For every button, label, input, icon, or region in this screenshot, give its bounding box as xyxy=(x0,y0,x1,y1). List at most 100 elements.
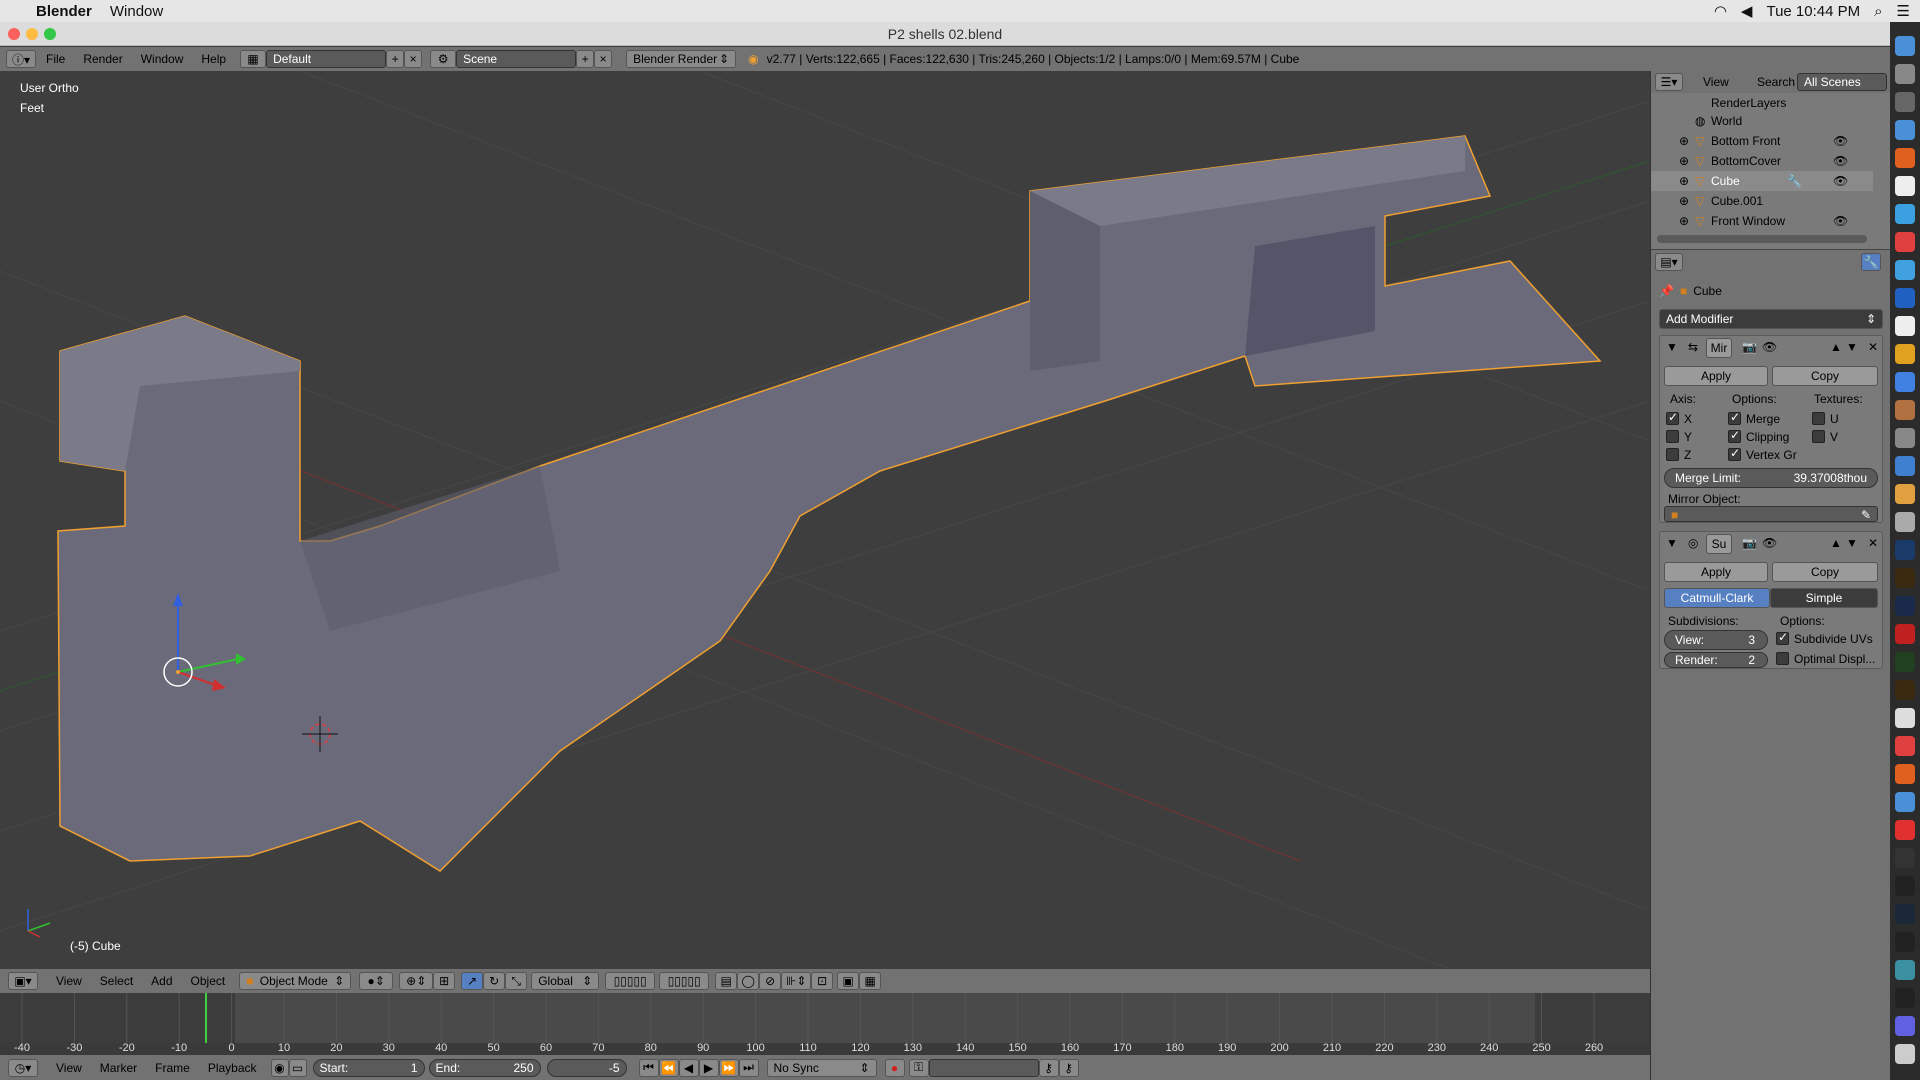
layer-buttons-a[interactable]: ▯▯▯▯▯ xyxy=(605,972,656,990)
layout-field[interactable]: Default xyxy=(266,50,387,68)
dock-app-icon[interactable] xyxy=(1895,400,1915,420)
dock-app-icon[interactable] xyxy=(1895,1016,1915,1036)
texture-v-checkbox[interactable] xyxy=(1812,430,1825,443)
vertex-groups-checkbox[interactable] xyxy=(1728,446,1741,461)
render-toggle-icon[interactable]: 📷 xyxy=(1742,340,1757,354)
keying-set-field[interactable] xyxy=(928,1058,1039,1077)
outliner-row-renderlayers[interactable]: RenderLayers xyxy=(1651,93,1873,113)
window-menu[interactable]: Window xyxy=(110,3,163,20)
rotate-manipulator-button[interactable]: ↻ xyxy=(483,972,506,990)
record-button[interactable]: ● xyxy=(884,1058,905,1077)
proportional-edit-icon[interactable]: ◯ xyxy=(737,972,760,990)
remove-layout-icon[interactable]: × xyxy=(404,50,423,68)
subsurf-apply-button[interactable]: Apply xyxy=(1664,562,1768,582)
expand-icon[interactable]: ⊕ xyxy=(1679,154,1689,168)
mirror-name-field[interactable]: Mir xyxy=(1706,338,1732,358)
render-levels-field[interactable]: Render: 2 xyxy=(1664,652,1768,668)
unity-icon[interactable] xyxy=(1895,876,1915,896)
snap-target-icon[interactable]: ⊡ xyxy=(811,972,834,990)
menu-file[interactable]: File xyxy=(46,52,65,66)
close-window-button[interactable] xyxy=(8,28,20,40)
steam-icon[interactable] xyxy=(1895,904,1915,924)
jump-keyframe-back-button[interactable]: ⏪ xyxy=(658,1058,679,1077)
insert-keyframe-icon[interactable]: ⚷ xyxy=(1038,1058,1059,1077)
layout-icon[interactable]: ▦ xyxy=(240,50,267,68)
orientation-dropdown[interactable]: Global ⇕ xyxy=(531,972,600,990)
photoshop-icon[interactable] xyxy=(1895,540,1915,560)
lock-layers-icon[interactable]: ▤ xyxy=(715,972,738,990)
editor-type-button[interactable]: ⓘ▾ xyxy=(6,50,36,68)
mirror-copy-button[interactable]: Copy xyxy=(1772,366,1878,386)
move-up-icon[interactable]: ▲ xyxy=(1830,340,1842,354)
layer-buttons-b[interactable]: ▯▯▯▯▯ xyxy=(659,972,710,990)
subsurf-name-field[interactable]: Su xyxy=(1706,534,1732,554)
shading-dropdown[interactable]: ●⇕ xyxy=(359,972,394,990)
dock-app-icon[interactable] xyxy=(1895,512,1915,532)
subsurf-copy-button[interactable]: Copy xyxy=(1772,562,1878,582)
outliner-editor-type[interactable]: ☰▾ xyxy=(1655,73,1683,91)
collapse-icon[interactable]: ▼ xyxy=(1666,536,1678,550)
menu-view-timeline[interactable]: View xyxy=(56,1061,82,1075)
merge-checkbox[interactable] xyxy=(1728,410,1741,425)
volume-icon[interactable]: ◀ xyxy=(1741,2,1753,20)
move-down-icon[interactable]: ▼ xyxy=(1846,536,1858,550)
jump-keyframe-forward-button[interactable]: ⏩ xyxy=(718,1058,739,1077)
dock-app-icon[interactable] xyxy=(1895,428,1915,448)
properties-editor-type[interactable]: ▤▾ xyxy=(1655,253,1683,271)
search-icon[interactable]: ⌕ xyxy=(1874,3,1882,20)
outliner-scrollbar[interactable] xyxy=(1657,235,1867,243)
merge-limit-field[interactable]: Merge Limit: 39.37008thou xyxy=(1664,468,1878,488)
remove-modifier-icon[interactable]: ✕ xyxy=(1868,536,1878,550)
menu-frame[interactable]: Frame xyxy=(155,1061,190,1075)
menu-add[interactable]: Add xyxy=(151,974,172,988)
app-menu[interactable]: Blender xyxy=(36,3,92,20)
play-button[interactable]: ▶ xyxy=(698,1058,719,1077)
snap-toggle-icon[interactable]: ⊘ xyxy=(759,972,782,990)
blender-dock-icon[interactable] xyxy=(1895,764,1915,784)
dock-app-icon[interactable] xyxy=(1895,260,1915,280)
dock-app-icon[interactable] xyxy=(1895,932,1915,952)
render-engine-dropdown[interactable]: Blender Render ⇕ xyxy=(626,50,737,68)
muse-icon[interactable] xyxy=(1895,652,1915,672)
texture-u-checkbox[interactable] xyxy=(1812,412,1825,425)
dock-app-icon[interactable] xyxy=(1895,820,1915,840)
timeline-area[interactable]: -40 -30 -20 -10 0 10 20 30 40 50 60 70 80 90 100 110 120… xyxy=(0,993,1650,1055)
scale-manipulator-button[interactable]: ⤡ xyxy=(505,972,528,990)
expand-icon[interactable]: ⊕ xyxy=(1679,214,1689,228)
dock-app-icon[interactable] xyxy=(1895,316,1915,336)
scene-icon[interactable]: ⚙ xyxy=(430,50,457,68)
dock-app-icon[interactable] xyxy=(1895,736,1915,756)
scenes-dropdown[interactable]: All Scenes xyxy=(1797,73,1887,91)
catmull-clark-button[interactable]: Catmull-Clark xyxy=(1664,588,1770,608)
outliner-row-bottom-front[interactable]: ⊕ ▽ Bottom Front 👁 xyxy=(1651,131,1873,151)
translate-manipulator-button[interactable]: ↗ xyxy=(461,972,484,990)
bridge-icon[interactable] xyxy=(1895,680,1915,700)
mirror-object-field[interactable]: ■ ✎ xyxy=(1664,506,1878,522)
outliner-menu-view[interactable]: View xyxy=(1703,75,1729,89)
manipulator-toggle[interactable]: ⊞ xyxy=(433,972,456,990)
subdivide-uvs-checkbox[interactable] xyxy=(1776,630,1789,645)
outliner-row-front-window[interactable]: ⊕ ▽ Front Window 👁 xyxy=(1651,211,1873,231)
menu-marker[interactable]: Marker xyxy=(100,1061,137,1075)
jump-end-button[interactable]: ⏭ xyxy=(738,1058,759,1077)
minimize-window-button[interactable] xyxy=(26,28,38,40)
axis-x-checkbox[interactable] xyxy=(1666,410,1679,425)
opengl-anim-icon[interactable]: ▦ xyxy=(859,972,882,990)
lock-range-icon[interactable]: ▭ xyxy=(288,1058,307,1077)
visibility-eye-icon[interactable]: 👁 xyxy=(1833,154,1848,168)
jump-start-button[interactable]: ⏮ xyxy=(638,1058,659,1077)
scene-field[interactable]: Scene xyxy=(456,50,577,68)
viewport-toggle-icon[interactable]: 👁 xyxy=(1762,536,1777,550)
end-frame-field[interactable]: End: 250 xyxy=(428,1058,541,1077)
opengl-render-icon[interactable]: ▣ xyxy=(837,972,860,990)
axis-z-checkbox[interactable] xyxy=(1666,448,1679,461)
dock-app-icon[interactable] xyxy=(1895,148,1915,168)
snap-element-dropdown[interactable]: ⊪⇕ xyxy=(781,972,812,990)
dock-app-icon[interactable] xyxy=(1895,792,1915,812)
visibility-eye-icon[interactable]: 👁 xyxy=(1833,214,1848,228)
outliner-row-world[interactable]: ◍ World xyxy=(1651,111,1873,131)
dock-app-icon[interactable] xyxy=(1895,232,1915,252)
collapse-icon[interactable]: ▼ xyxy=(1666,340,1678,354)
remove-scene-icon[interactable]: × xyxy=(594,50,613,68)
viewport-toggle-icon[interactable]: 👁 xyxy=(1762,340,1777,354)
